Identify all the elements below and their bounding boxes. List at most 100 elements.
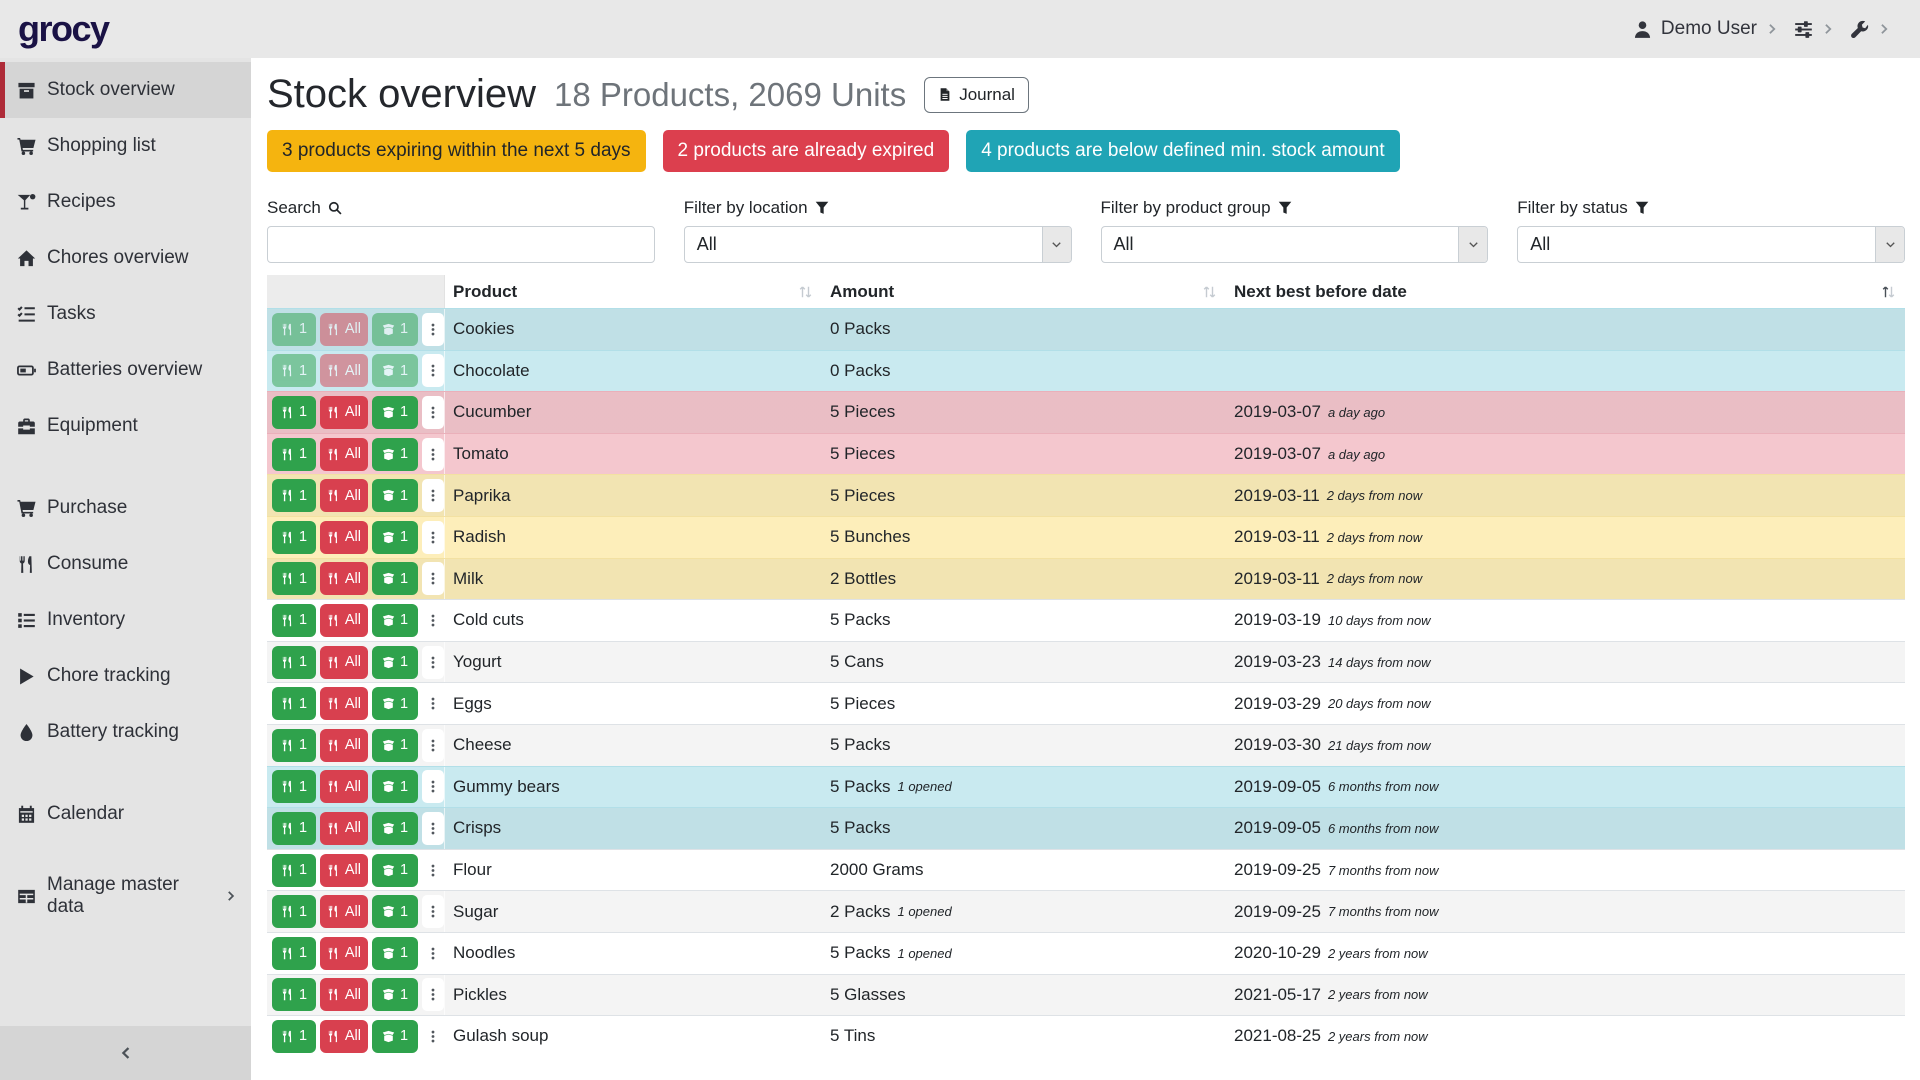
row-more-button[interactable] [422,438,444,471]
consume-one-button[interactable]: 1 [272,396,316,429]
sidebar-item-inventory[interactable]: Inventory [0,592,251,648]
open-one-button[interactable]: 1 [372,937,418,970]
row-more-button[interactable] [422,978,444,1011]
consume-all-button[interactable]: All [320,521,368,554]
row-more-button[interactable] [422,604,444,637]
row-more-button[interactable] [422,854,444,887]
row-more-button[interactable] [422,687,444,720]
consume-all-button[interactable]: All [320,978,368,1011]
column-header-amount[interactable]: Amount [822,275,1226,308]
consume-all-button[interactable]: All [320,895,368,928]
sidebar-item-chores-overview[interactable]: Chores overview [0,230,251,286]
row-more-button[interactable] [422,895,444,928]
sidebar-item-tasks[interactable]: Tasks [0,286,251,342]
column-header-next-best-before-date[interactable]: Next best before date [1226,275,1905,308]
consume-all-button[interactable]: All [320,646,368,679]
open-one-button[interactable]: 1 [372,354,418,387]
consume-all-button[interactable]: All [320,604,368,637]
open-one-button[interactable]: 1 [372,604,418,637]
row-more-button[interactable] [422,396,444,429]
consume-all-button[interactable]: All [320,438,368,471]
product-group-select[interactable]: All [1101,226,1489,263]
row-more-button[interactable] [422,729,444,762]
consume-one-button[interactable]: 1 [272,479,316,512]
consume-one-button[interactable]: 1 [272,854,316,887]
consume-all-button[interactable]: All [320,937,368,970]
status-badge[interactable]: 2 products are already expired [663,130,950,172]
consume-one-button[interactable]: 1 [272,687,316,720]
grocy-logo[interactable]: grocy [18,8,109,50]
open-one-button[interactable]: 1 [372,770,418,803]
sidebar-item-recipes[interactable]: Recipes [0,174,251,230]
consume-all-button[interactable]: All [320,479,368,512]
search-input[interactable] [268,227,654,262]
status-badge[interactable]: 4 products are below defined min. stock … [966,130,1399,172]
consume-one-button[interactable]: 1 [272,313,316,346]
status-select[interactable]: All [1517,226,1905,263]
consume-one-button[interactable]: 1 [272,770,316,803]
settings-menu[interactable] [1794,20,1834,39]
consume-all-button[interactable]: All [320,854,368,887]
open-one-button[interactable]: 1 [372,396,418,429]
sidebar-item-shopping-list[interactable]: Shopping list [0,118,251,174]
row-more-button[interactable] [422,1020,444,1053]
open-one-button[interactable]: 1 [372,1020,418,1053]
consume-one-button[interactable]: 1 [272,521,316,554]
user-menu[interactable]: Demo User [1633,18,1778,40]
consume-one-button[interactable]: 1 [272,562,316,595]
journal-button[interactable]: Journal [924,77,1029,113]
open-one-button[interactable]: 1 [372,729,418,762]
sidebar-item-calendar[interactable]: Calendar [0,786,251,842]
row-more-button[interactable] [422,354,444,387]
sidebar-item-manage-master-data[interactable]: Manage master data [0,868,251,924]
row-more-button[interactable] [422,646,444,679]
open-one-button[interactable]: 1 [372,978,418,1011]
consume-one-button[interactable]: 1 [272,354,316,387]
consume-all-button[interactable]: All [320,770,368,803]
sidebar-item-purchase[interactable]: Purchase [0,480,251,536]
sidebar-item-stock-overview[interactable]: Stock overview [0,62,251,118]
consume-all-button[interactable]: All [320,396,368,429]
consume-all-button[interactable]: All [320,313,368,346]
consume-all-button[interactable]: All [320,354,368,387]
row-more-button[interactable] [422,521,444,554]
location-select[interactable]: All [684,226,1072,263]
row-more-button[interactable] [422,770,444,803]
row-more-button[interactable] [422,937,444,970]
row-more-button[interactable] [422,479,444,512]
open-one-button[interactable]: 1 [372,895,418,928]
open-one-button[interactable]: 1 [372,479,418,512]
open-one-button[interactable]: 1 [372,646,418,679]
consume-all-button[interactable]: All [320,562,368,595]
consume-one-button[interactable]: 1 [272,937,316,970]
sidebar-item-batteries-overview[interactable]: Batteries overview [0,342,251,398]
consume-all-button[interactable]: All [320,729,368,762]
open-one-button[interactable]: 1 [372,812,418,845]
status-badge[interactable]: 3 products expiring within the next 5 da… [267,130,646,172]
sidebar-item-equipment[interactable]: Equipment [0,398,251,454]
consume-all-button[interactable]: All [320,812,368,845]
column-header-product[interactable]: Product [445,275,822,308]
consume-one-button[interactable]: 1 [272,438,316,471]
row-more-button[interactable] [422,812,444,845]
row-more-button[interactable] [422,562,444,595]
consume-one-button[interactable]: 1 [272,895,316,928]
consume-one-button[interactable]: 1 [272,604,316,637]
consume-one-button[interactable]: 1 [272,729,316,762]
open-one-button[interactable]: 1 [372,687,418,720]
open-one-button[interactable]: 1 [372,521,418,554]
row-more-button[interactable] [422,313,444,346]
consume-all-button[interactable]: All [320,1020,368,1053]
open-one-button[interactable]: 1 [372,438,418,471]
consume-all-button[interactable]: All [320,687,368,720]
open-one-button[interactable]: 1 [372,313,418,346]
consume-one-button[interactable]: 1 [272,646,316,679]
consume-one-button[interactable]: 1 [272,812,316,845]
open-one-button[interactable]: 1 [372,562,418,595]
sidebar-item-chore-tracking[interactable]: Chore tracking [0,648,251,704]
consume-one-button[interactable]: 1 [272,978,316,1011]
sidebar-item-consume[interactable]: Consume [0,536,251,592]
consume-one-button[interactable]: 1 [272,1020,316,1053]
admin-menu[interactable] [1850,20,1890,39]
open-one-button[interactable]: 1 [372,854,418,887]
